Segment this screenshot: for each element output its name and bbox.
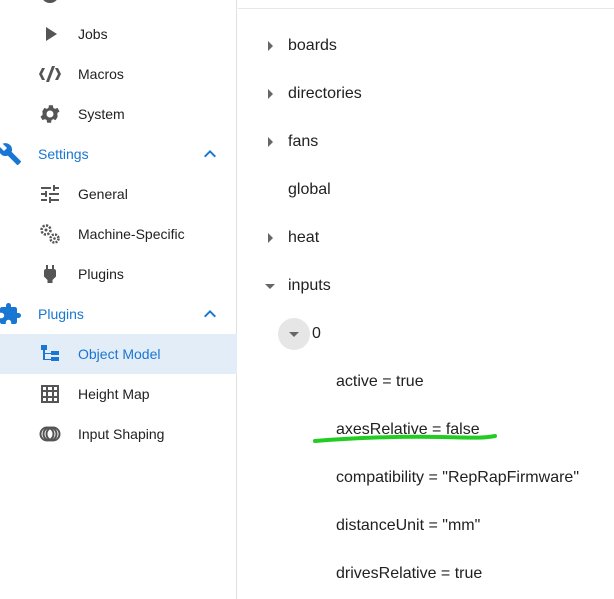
highlight-underline xyxy=(313,434,497,443)
file-tree-icon xyxy=(38,342,62,366)
plug-icon xyxy=(38,262,62,286)
sidebar-item-plugins-settings[interactable]: Plugins xyxy=(0,254,237,294)
chevron-up-icon[interactable] xyxy=(198,302,222,326)
sidebar-item-label: System xyxy=(78,106,125,122)
sliders-icon xyxy=(38,182,62,206)
sidebar-item-label: Object Model xyxy=(78,346,161,362)
tree-node-label: heat xyxy=(288,229,320,246)
tree-node-label: boards xyxy=(288,37,337,54)
tree-node-label: directories xyxy=(288,85,362,102)
property-text: distanceUnit = "mm" xyxy=(336,517,481,534)
caret-right-icon[interactable] xyxy=(258,226,282,250)
sidebar-item-label: Plugins xyxy=(78,266,124,282)
grid-icon xyxy=(38,382,62,406)
gear-icon xyxy=(38,102,62,126)
sidebar-section-settings[interactable]: Settings xyxy=(0,134,237,174)
caret-right-icon[interactable] xyxy=(258,82,282,106)
tree-node-label: 0 xyxy=(312,325,321,342)
caret-right-icon[interactable] xyxy=(258,34,282,58)
caret-down-icon[interactable] xyxy=(258,274,282,298)
divider xyxy=(238,8,614,9)
sidebar-item-label: Input Shaping xyxy=(78,426,165,442)
sidebar: Jobs Macros System Settings General Mach… xyxy=(0,0,237,599)
sidebar-item-jobs[interactable]: Jobs xyxy=(0,14,237,54)
sidebar-item-label: Jobs xyxy=(78,26,108,42)
object-model-tree: boards directories fans global heat inpu… xyxy=(238,0,614,599)
sidebar-item-system[interactable]: System xyxy=(0,94,237,134)
sidebar-item-general[interactable]: General xyxy=(0,174,237,214)
sidebar-item-label: Macros xyxy=(78,66,124,82)
sidebar-section-label: Plugins xyxy=(38,306,84,322)
sidebar-item-machine-specific[interactable]: Machine-Specific xyxy=(0,214,237,254)
puzzle-icon xyxy=(0,302,22,326)
sidebar-item-input-shaping[interactable]: Input Shaping xyxy=(0,414,237,454)
rings-icon xyxy=(38,422,62,446)
sidebar-section-label: Settings xyxy=(38,146,89,162)
code-icon xyxy=(38,62,62,86)
caret-right-icon[interactable] xyxy=(258,130,282,154)
sidebar-item-macros[interactable]: Macros xyxy=(0,54,237,94)
property-text: compatibility = "RepRapFirmware" xyxy=(336,469,579,486)
tree-node-label: inputs xyxy=(288,277,331,294)
sidebar-section-plugins[interactable]: Plugins xyxy=(0,294,237,334)
tree-node-label: fans xyxy=(288,133,319,150)
sidebar-item-object-model[interactable]: Object Model xyxy=(0,334,237,374)
property-text: drivesRelative = true xyxy=(336,565,483,582)
chevron-up-icon[interactable] xyxy=(198,142,222,166)
sidebar-item-height-map[interactable]: Height Map xyxy=(0,374,237,414)
sidebar-item-label: Machine-Specific xyxy=(78,226,185,242)
tree-node-label: global xyxy=(288,181,331,198)
wrench-icon xyxy=(0,142,22,166)
caret-down-icon[interactable] xyxy=(282,322,306,346)
property-text: active = true xyxy=(336,373,424,390)
partial-nav-icon xyxy=(40,0,60,6)
sidebar-item-label: General xyxy=(78,186,128,202)
sidebar-item-label: Height Map xyxy=(78,386,150,402)
gears-icon xyxy=(38,222,62,246)
play-icon xyxy=(38,22,62,46)
